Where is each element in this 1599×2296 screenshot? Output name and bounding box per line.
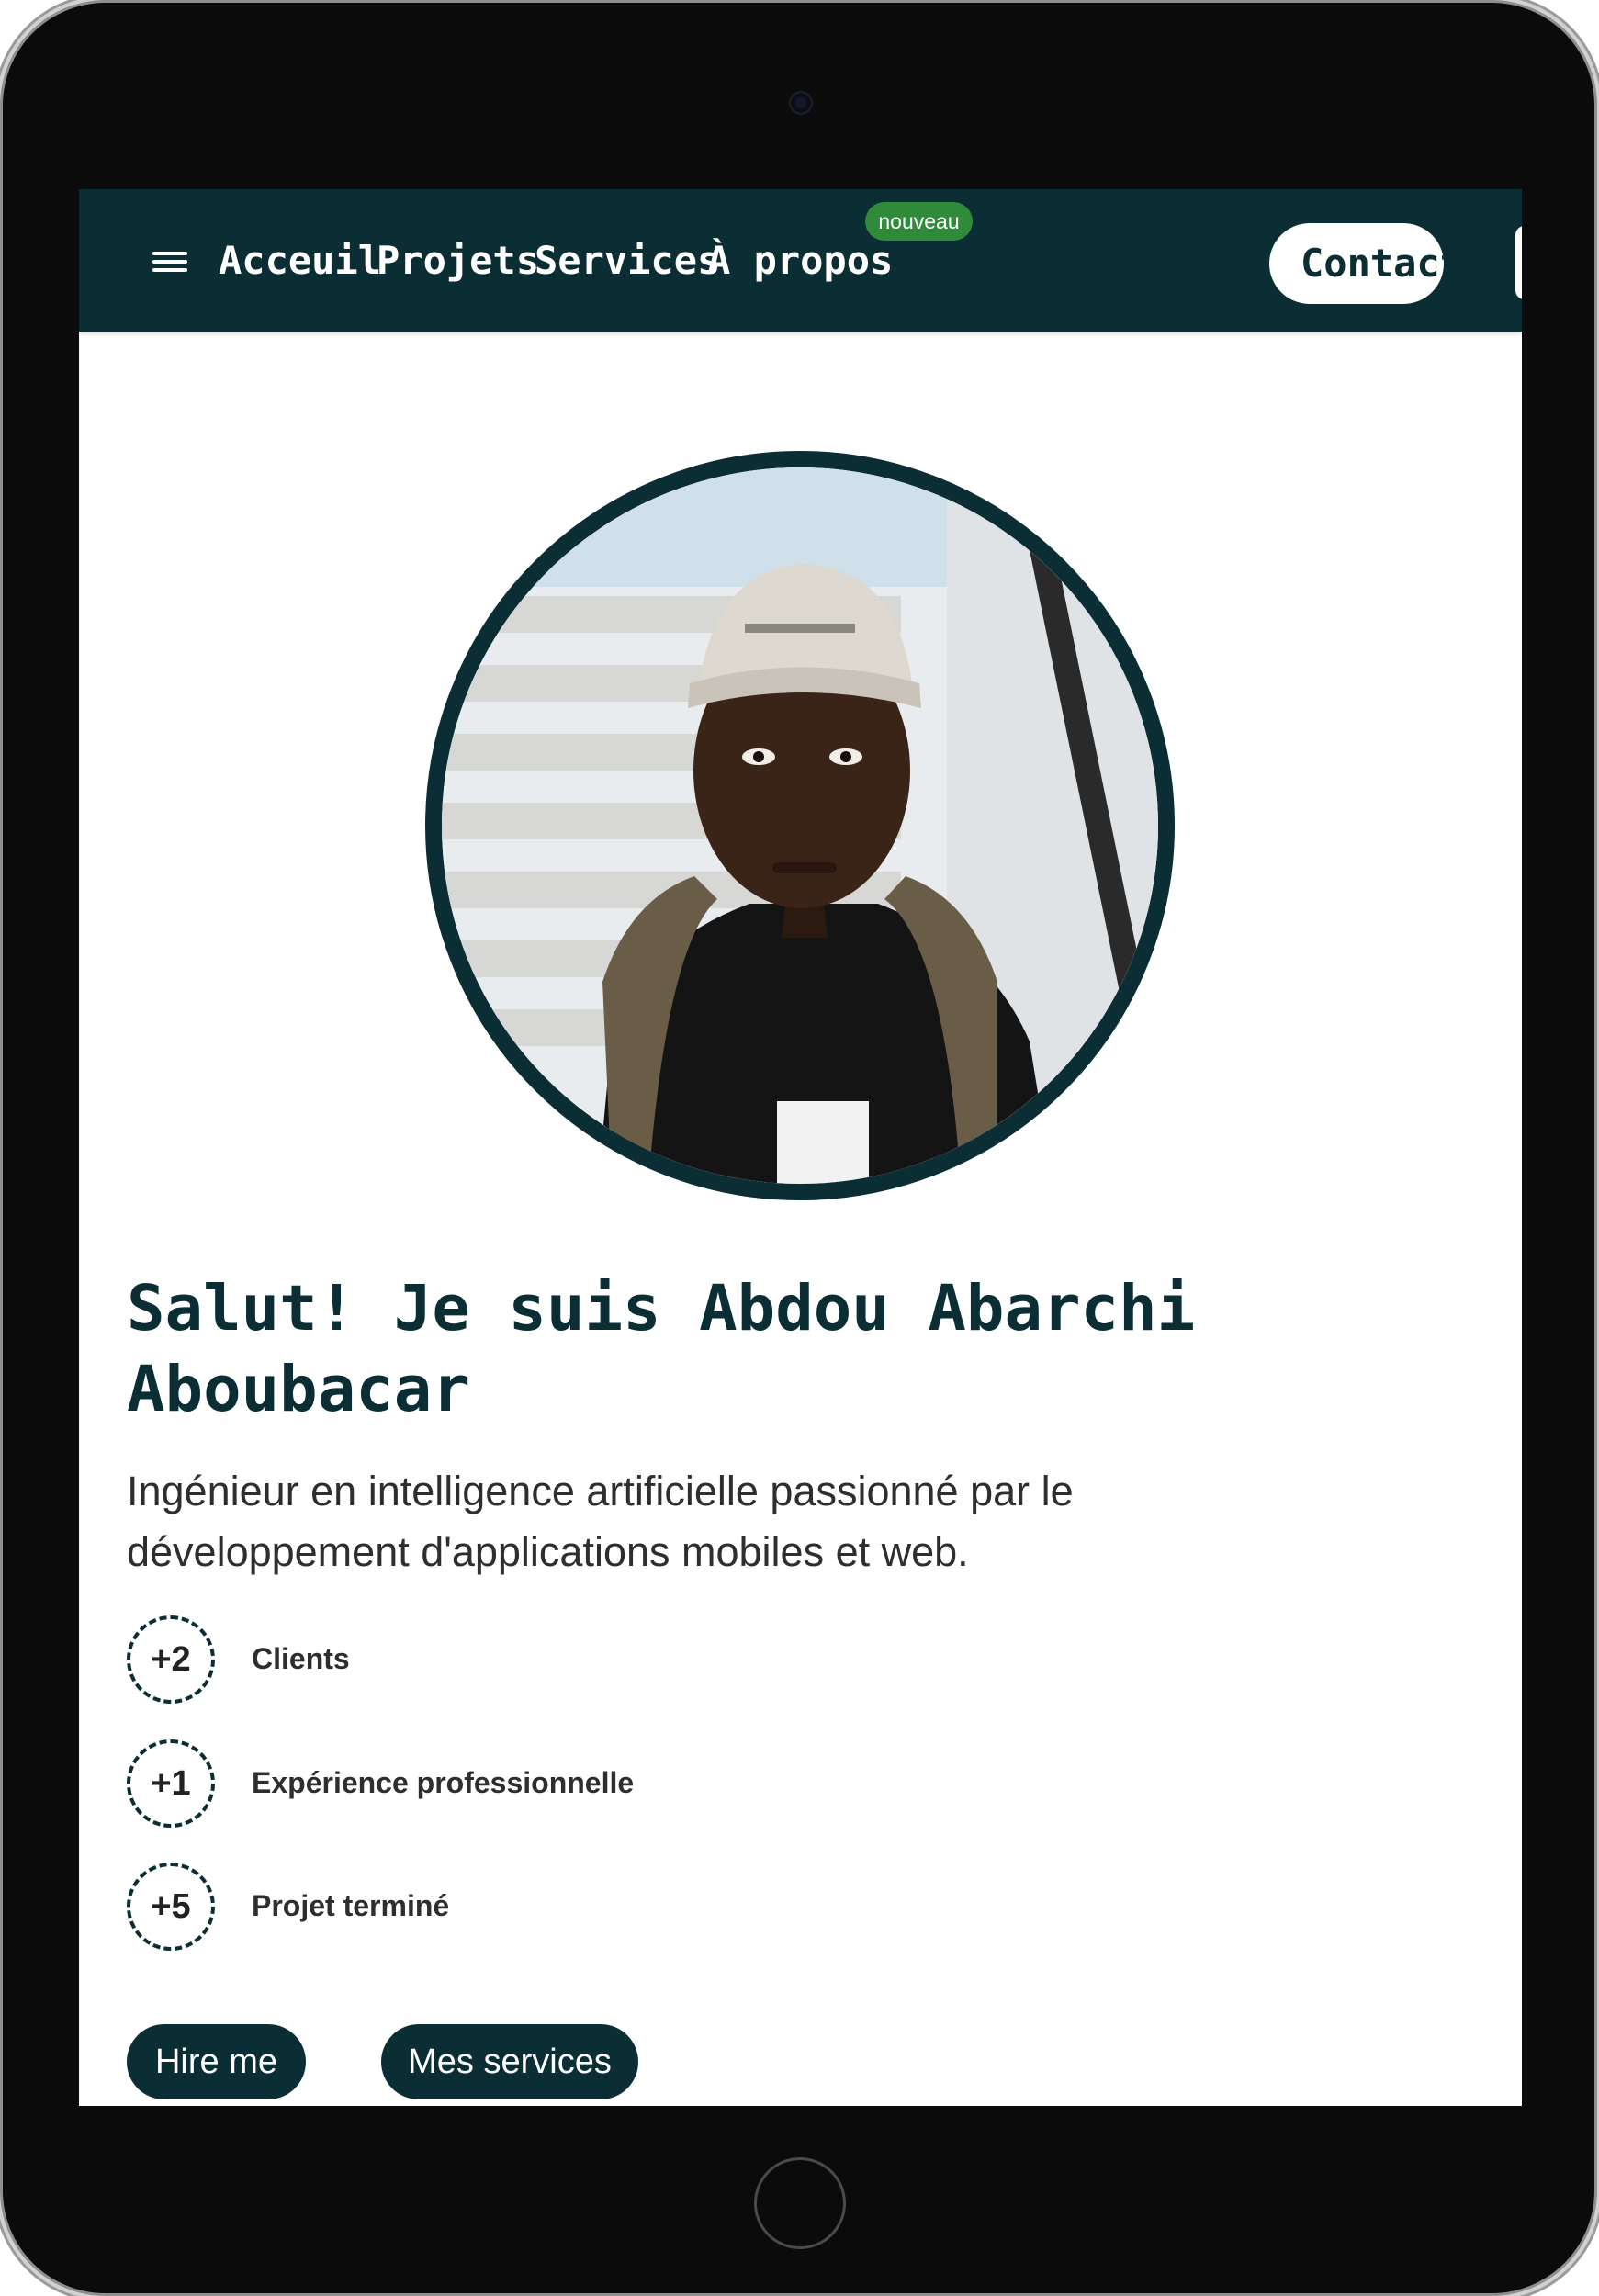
home-button[interactable] bbox=[754, 2157, 846, 2249]
services-button[interactable]: Mes services bbox=[381, 2024, 638, 2099]
stat-projects-value: +5 bbox=[127, 1863, 215, 1951]
hamburger-menu-icon[interactable] bbox=[152, 248, 187, 276]
hero-subtitle: Ingénieur en intelligence artificielle p… bbox=[127, 1468, 1074, 1575]
hire-me-button[interactable]: Hire me bbox=[127, 2024, 306, 2099]
profile-photo bbox=[425, 451, 1175, 1200]
screen: Acceuil Projets Services nouveau À propo… bbox=[79, 189, 1522, 2106]
stat-experience-label: Expérience professionnelle bbox=[252, 1766, 635, 1799]
offscreen-button[interactable] bbox=[1515, 226, 1522, 299]
stat-clients-label: Clients bbox=[252, 1642, 350, 1675]
nav-link-acceuil[interactable]: Acceuil bbox=[219, 235, 381, 287]
stat-clients-value: +2 bbox=[127, 1615, 215, 1704]
nav-link-a-propos[interactable]: À propos bbox=[707, 235, 893, 287]
hero-title: Salut! Je suis Abdou Abarchi Aboubacar bbox=[127, 1272, 1196, 1426]
nav-link-projets[interactable]: Projets bbox=[377, 235, 539, 287]
stat-projects-label: Projet terminé bbox=[252, 1889, 450, 1922]
stat-experience-value: +1 bbox=[127, 1739, 215, 1828]
tablet-frame: Acceuil Projets Services nouveau À propo… bbox=[3, 3, 1594, 2293]
camera-icon bbox=[791, 93, 811, 113]
contact-button-label: Contact bbox=[1301, 241, 1444, 286]
top-navbar: Acceuil Projets Services nouveau À propo… bbox=[79, 189, 1522, 332]
contact-button[interactable]: Contact bbox=[1269, 223, 1444, 304]
nav-link-services[interactable]: Services bbox=[535, 235, 720, 287]
